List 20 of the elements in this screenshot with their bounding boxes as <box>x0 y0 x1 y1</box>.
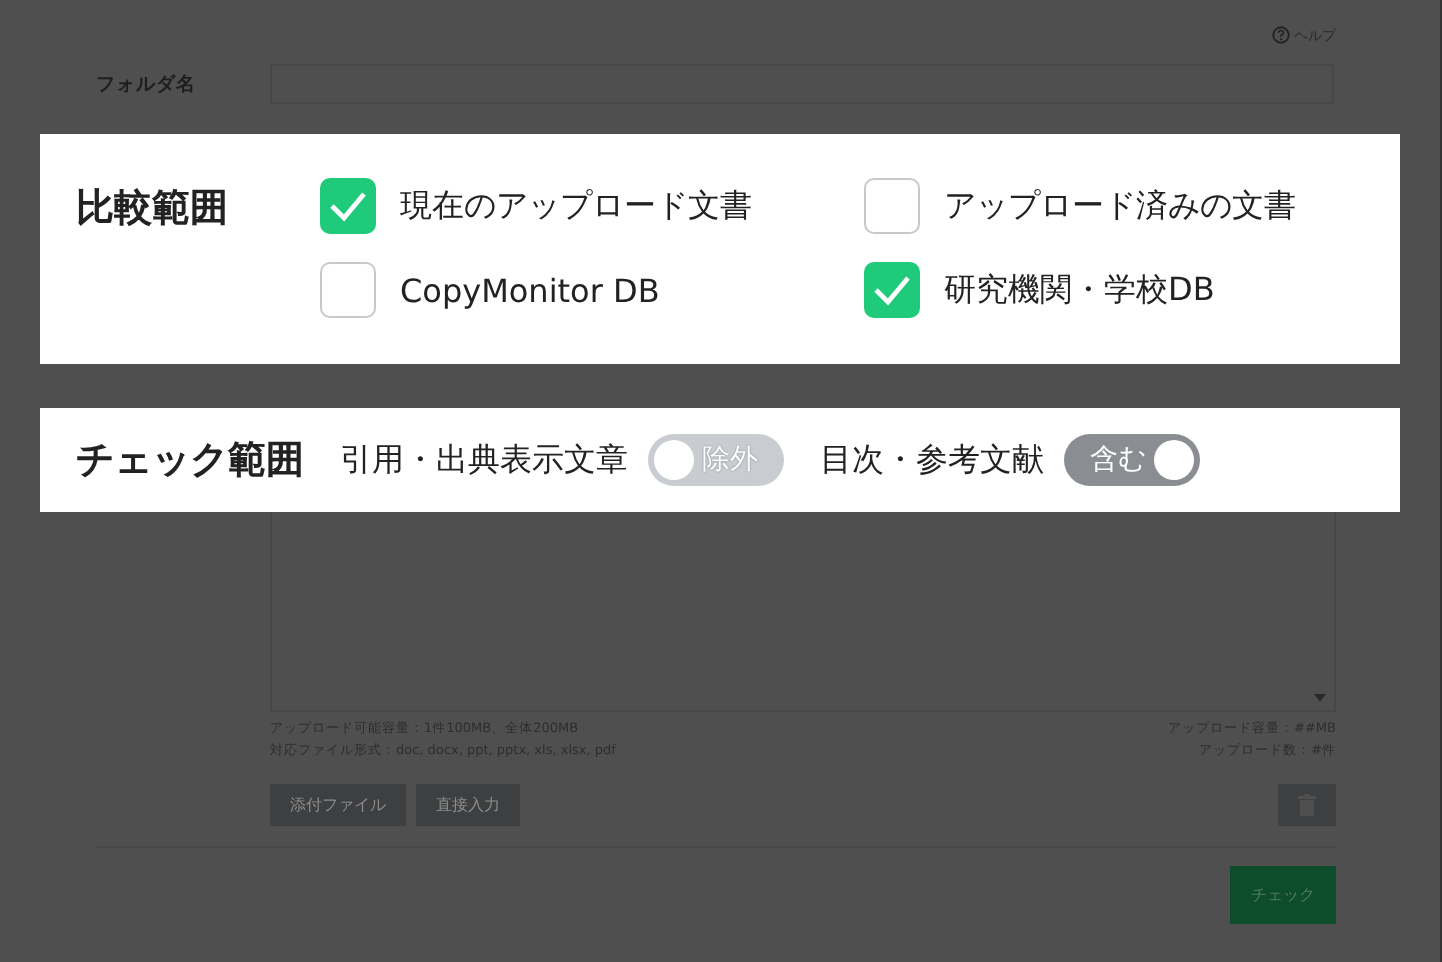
checkbox-label: 研究機関・学校DB <box>944 269 1215 311</box>
panel-title: 比較範囲 <box>76 184 230 234</box>
panel-title: チェック範囲 <box>76 436 304 486</box>
help-icon <box>1272 26 1290 44</box>
checkbox-label: アップロード済みの文書 <box>944 185 1296 227</box>
checkbox-label: 現在のアップロード文書 <box>400 185 752 227</box>
checkmark-icon <box>872 274 912 306</box>
form-button[interactable]: 添付ファイル <box>270 784 406 826</box>
checkbox[interactable] <box>320 262 376 318</box>
checkbox-label: CopyMonitor DB <box>400 271 660 309</box>
checkbox[interactable] <box>320 178 376 234</box>
checkbox[interactable] <box>864 178 920 234</box>
check-button[interactable]: チェック <box>1230 866 1336 924</box>
form-button[interactable]: 直接入力 <box>416 784 520 826</box>
checkmark-icon <box>328 190 368 222</box>
toggle-label: 目次・参考文献 <box>820 439 1044 481</box>
toggle-switch[interactable]: 含む <box>1064 434 1200 486</box>
scroll-down-icon[interactable] <box>1314 694 1326 702</box>
toggle-label: 引用・出典表示文章 <box>340 439 628 481</box>
checkbox[interactable] <box>864 262 920 318</box>
